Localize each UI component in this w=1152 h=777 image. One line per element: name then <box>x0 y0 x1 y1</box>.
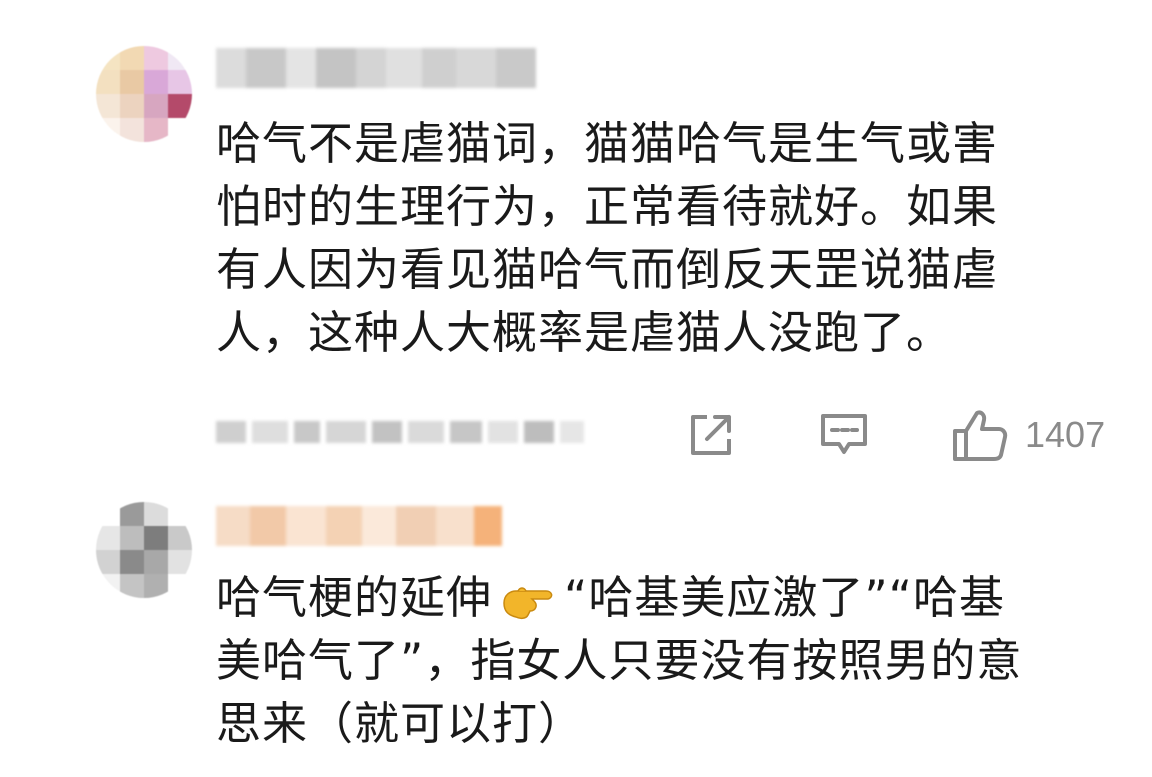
avatar[interactable] <box>96 46 192 142</box>
share-icon[interactable] <box>685 409 737 461</box>
comment-2: 哈气梗的延伸 “哈基美应激了”“哈基 美哈气了”，指女人只要没有按照男的意 思来… <box>0 480 1152 777</box>
comment-meta-redacted <box>216 408 590 456</box>
like-icon[interactable] <box>951 407 1009 463</box>
comment-1: 哈气不是虐猫词，猫猫哈气是生气或害 怕时的生理行为，正常看待就好。如果 有人因为… <box>0 0 1152 480</box>
reply-icon[interactable] <box>817 410 871 460</box>
blurred-avatar-icon <box>96 46 192 142</box>
comment-actions: 1407 <box>685 405 1105 465</box>
comment-text-start: 哈气梗的延伸 <box>216 571 493 624</box>
comment-text: 哈气不是虐猫词，猫猫哈气是生气或害 怕时的生理行为，正常看待就好。如果 有人因为… <box>216 117 999 359</box>
pointing-hand-emoji <box>503 587 553 620</box>
username-redacted[interactable] <box>216 48 536 88</box>
like-count: 1407 <box>1025 414 1106 455</box>
blurred-avatar-icon <box>96 502 192 598</box>
comment-text: 哈气梗的延伸 “哈基美应激了”“哈基 美哈气了”，指女人只要没有按照男的意 思来… <box>216 566 1116 755</box>
username-redacted[interactable] <box>216 506 502 546</box>
avatar[interactable] <box>96 502 192 598</box>
